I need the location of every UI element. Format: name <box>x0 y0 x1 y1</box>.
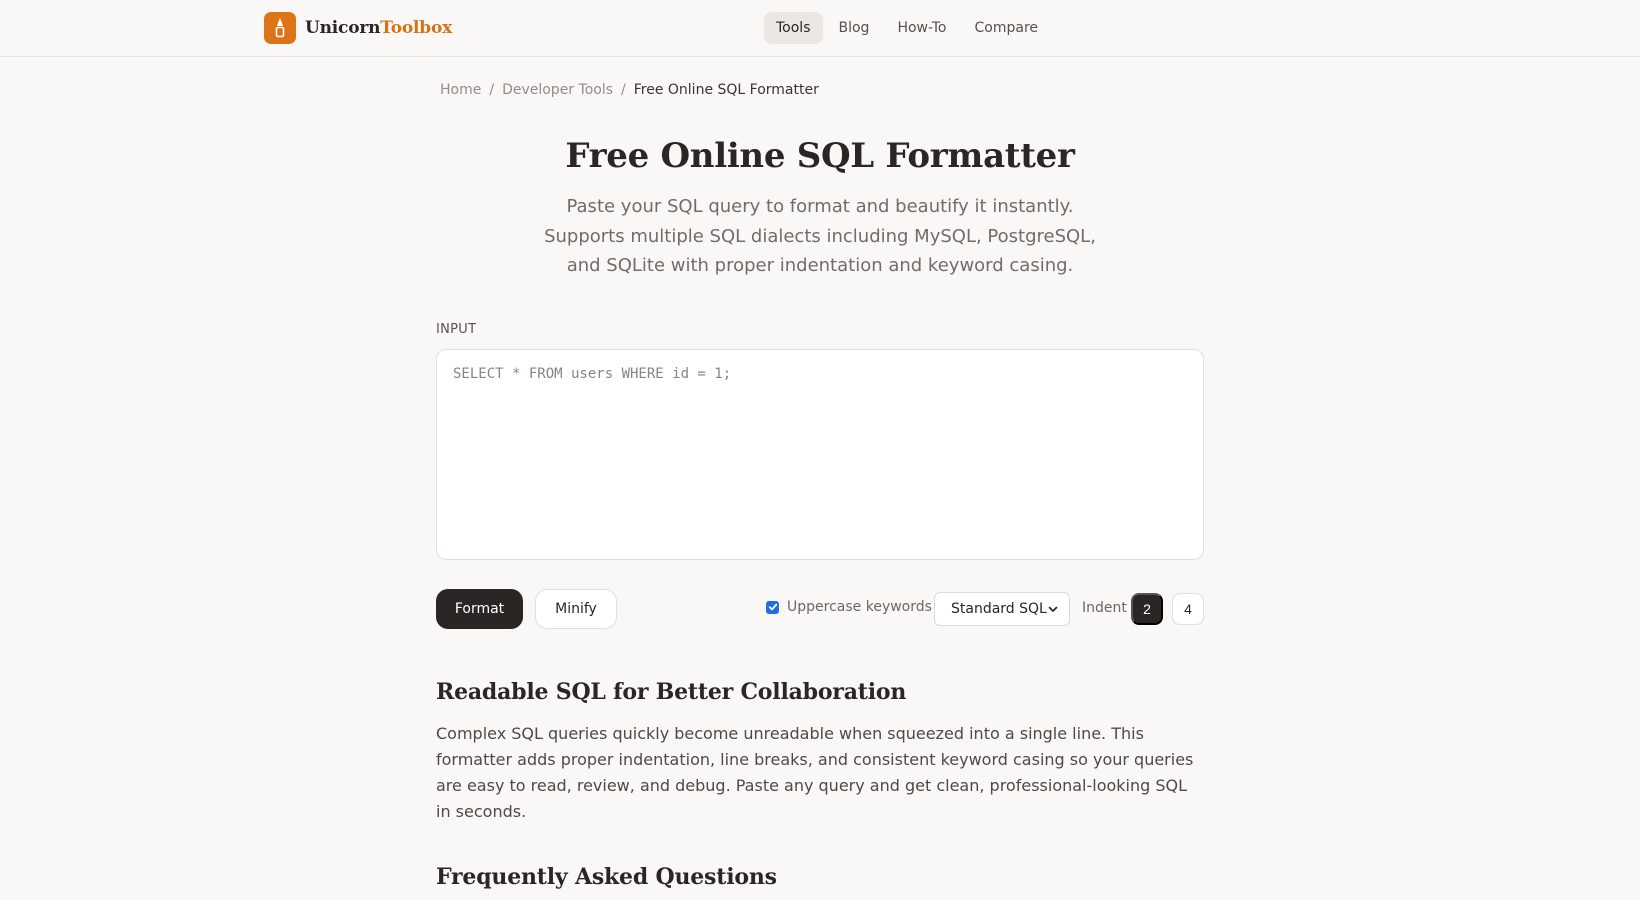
nav-item-compare[interactable]: Compare <box>963 12 1051 44</box>
uppercase-keywords-option[interactable]: Uppercase keywords <box>766 599 932 615</box>
sql-input[interactable] <box>436 349 1204 560</box>
breadcrumb-home[interactable]: Home <box>440 82 481 98</box>
breadcrumb-separator: / <box>489 82 495 98</box>
brand-name-part-2: Toolbox <box>380 18 453 38</box>
nav-item-how-to[interactable]: How-To <box>885 12 958 44</box>
breadcrumb-current-page: Free Online SQL Formatter <box>633 82 819 98</box>
format-button[interactable]: Format <box>436 589 523 629</box>
indent-label: Indent <box>1082 600 1127 616</box>
breadcrumb: Home / Developer Tools / Free Online SQL… <box>440 82 819 98</box>
input-label: INPUT <box>436 322 477 337</box>
sql-dialect-select[interactable]: Standard SQL <box>934 592 1070 626</box>
minify-button[interactable]: Minify <box>535 589 617 629</box>
faq-heading: Frequently Asked Questions <box>436 864 777 890</box>
breadcrumb-developer-tools[interactable]: Developer Tools <box>502 82 613 98</box>
indent-2-button[interactable]: 2 <box>1131 593 1163 625</box>
unicorn-horn-icon <box>264 12 296 44</box>
page-subtitle: Paste your SQL query to format and beaut… <box>544 196 1096 276</box>
uppercase-keywords-checkbox[interactable] <box>766 600 779 614</box>
sql-dialect-value: Standard SQL <box>951 601 1047 617</box>
main-nav: Tools Blog How-To Compare <box>764 12 1050 44</box>
home-logo-link[interactable]: UnicornToolbox <box>264 12 452 44</box>
readable-sql-body: Complex SQL queries quickly become unrea… <box>436 724 1194 821</box>
nav-item-tools[interactable]: Tools <box>764 12 823 44</box>
page-title: Free Online SQL Formatter <box>565 136 1075 176</box>
nav-item-blog[interactable]: Blog <box>827 12 882 44</box>
brand-name-part-1: Unicorn <box>305 18 381 38</box>
uppercase-keywords-label: Uppercase keywords <box>787 599 932 615</box>
brand-name: UnicornToolbox <box>305 18 452 38</box>
checkmark-icon <box>768 603 777 611</box>
chevron-down-icon <box>1048 606 1058 612</box>
indent-4-button[interactable]: 4 <box>1172 593 1204 625</box>
top-navigation-bar: UnicornToolbox Tools Blog How-To Compare <box>0 0 1640 57</box>
breadcrumb-separator: / <box>621 82 626 98</box>
readable-sql-heading: Readable SQL for Better Collaboration <box>436 679 907 705</box>
